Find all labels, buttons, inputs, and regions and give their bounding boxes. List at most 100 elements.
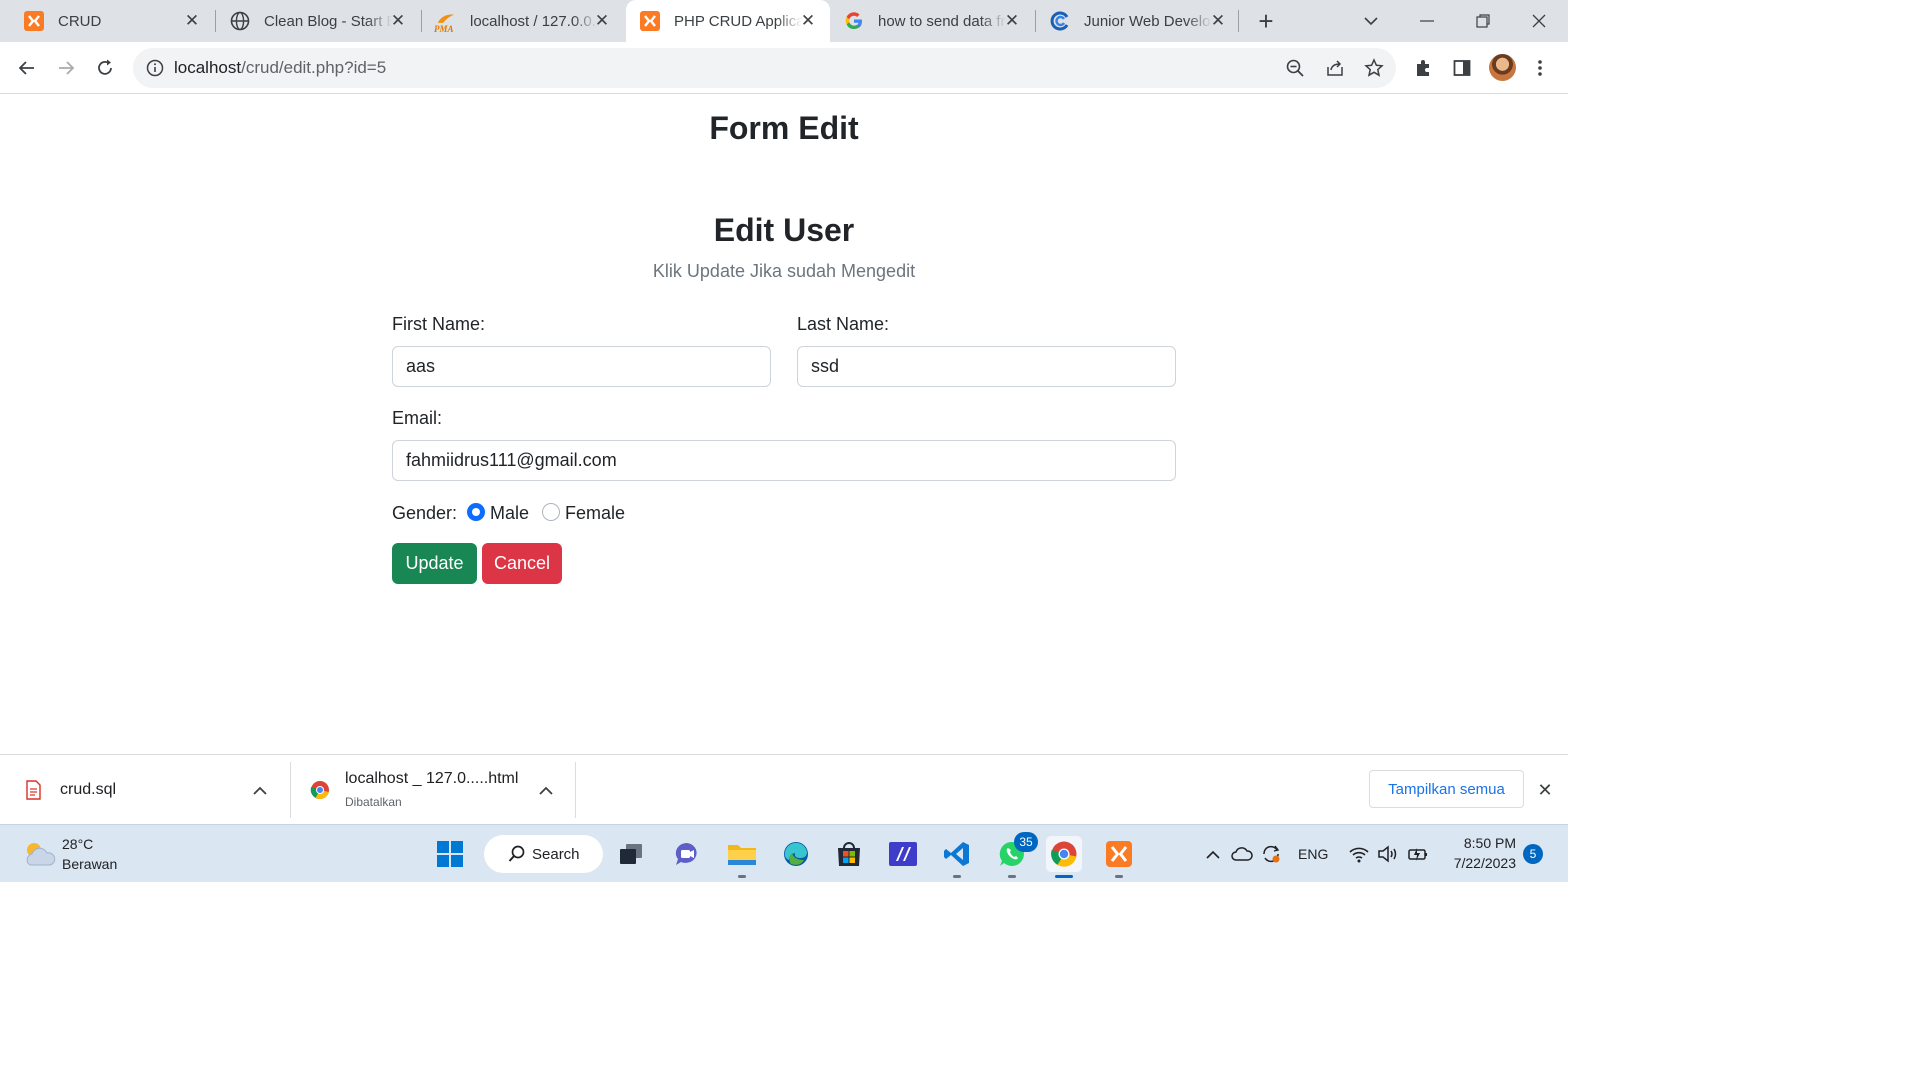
gender-male-radio[interactable] xyxy=(467,503,485,521)
tab-title: localhost / 127.0.0.1 xyxy=(470,12,598,30)
download-item[interactable]: localhost _ 127.0.....html Dibatalkan xyxy=(291,755,575,825)
tab-clean-blog[interactable]: Clean Blog - Start Bootstrap ✕ xyxy=(216,0,420,42)
tab-title: how to send data from xyxy=(878,12,1006,30)
volume-icon[interactable] xyxy=(1377,843,1399,865)
close-download-bar-icon[interactable]: ✕ xyxy=(1535,780,1555,800)
cancel-button[interactable]: Cancel xyxy=(482,543,562,584)
tab-php-crud[interactable]: PHP CRUD Application ✕ xyxy=(626,0,830,42)
language-indicator[interactable]: ENG xyxy=(1298,846,1328,862)
form-heading: Edit User xyxy=(713,212,855,248)
side-panel-icon[interactable] xyxy=(1450,56,1474,80)
close-tab-icon[interactable]: ✕ xyxy=(182,11,202,31)
phpmyadmin-logo-text: PMA xyxy=(434,24,454,34)
email-input[interactable] xyxy=(392,440,1176,481)
chevron-up-icon[interactable] xyxy=(536,780,556,800)
close-tab-icon[interactable]: ✕ xyxy=(1002,11,1022,31)
tab-strip: CRUD ✕ Clean Blog - Start Bootstrap ✕ PM… xyxy=(0,0,1568,42)
update-button[interactable]: Update xyxy=(392,543,477,584)
site-info-icon[interactable] xyxy=(145,58,165,78)
google-icon xyxy=(844,11,864,31)
tab-crud[interactable]: CRUD ✕ xyxy=(10,0,214,42)
onedrive-icon[interactable] xyxy=(1231,843,1253,865)
search-icon xyxy=(508,845,525,862)
clock-time[interactable]: 8:50 PM xyxy=(1440,835,1516,851)
form-subtitle: Klik Update Jika sudah Mengedit xyxy=(652,261,916,281)
page-title: Form Edit xyxy=(709,110,859,146)
show-hidden-icons-chevron-icon[interactable] xyxy=(1202,843,1224,865)
bookmark-star-icon[interactable] xyxy=(1364,58,1384,78)
share-icon[interactable] xyxy=(1325,58,1345,78)
weather-description[interactable]: Berawan xyxy=(62,856,117,872)
tab-title: CRUD xyxy=(58,12,102,30)
whatsapp-badge: 35 xyxy=(1014,832,1038,852)
vscode-icon[interactable] xyxy=(939,836,975,878)
download-filename: crud.sql xyxy=(60,781,117,798)
close-tab-icon[interactable]: ✕ xyxy=(388,11,408,31)
weather-temperature[interactable]: 28°C xyxy=(62,836,93,852)
download-filename: localhost _ 127.0.....html xyxy=(345,770,519,787)
address-bar[interactable]: localhost/crud/edit.php?id=5 xyxy=(133,48,1396,88)
first-name-input[interactable] xyxy=(392,346,771,387)
chevron-up-icon[interactable] xyxy=(250,780,270,800)
last-name-label: Last Name: xyxy=(797,314,890,334)
tab-title: Clean Blog - Start Bootstrap xyxy=(264,12,392,30)
globe-icon xyxy=(230,11,250,31)
reload-icon[interactable] xyxy=(91,54,119,82)
taskbar-search-button[interactable]: Search xyxy=(484,835,603,873)
junior-web-icon xyxy=(1050,11,1070,31)
start-windows-icon[interactable] xyxy=(432,836,468,872)
more-menu-icon[interactable] xyxy=(1528,56,1552,80)
notification-badge[interactable]: 5 xyxy=(1523,844,1543,864)
whatsapp-icon[interactable]: 35 xyxy=(994,832,1038,878)
back-icon[interactable] xyxy=(13,54,41,82)
visual-studio-icon[interactable] xyxy=(885,836,921,872)
gender-male-label[interactable]: Male xyxy=(490,503,529,524)
close-tab-icon[interactable]: ✕ xyxy=(592,11,612,31)
new-tab-button[interactable]: + xyxy=(1252,7,1280,35)
search-label: Search xyxy=(532,845,580,863)
forward-icon[interactable] xyxy=(52,54,80,82)
gender-female-radio[interactable] xyxy=(542,503,560,521)
tab-title: Junior Web Developer xyxy=(1084,12,1212,30)
profile-avatar[interactable] xyxy=(1489,54,1516,81)
tab-phpmyadmin[interactable]: PMA localhost / 127.0.0.1 ✕ xyxy=(422,0,624,42)
microsoft-store-icon[interactable] xyxy=(831,836,867,872)
zoom-out-icon[interactable] xyxy=(1285,58,1305,78)
sync-icon[interactable] xyxy=(1260,843,1282,865)
edge-icon[interactable] xyxy=(778,836,814,872)
chrome-icon xyxy=(310,780,330,800)
xampp-taskbar-icon[interactable] xyxy=(1101,836,1137,878)
tab-google-search[interactable]: how to send data from ✕ xyxy=(830,0,1034,42)
gender-female-label[interactable]: Female xyxy=(565,503,625,524)
taskbar: 28°C Berawan Search 35 ENG 8:50 PM 7/22/… xyxy=(0,824,1568,882)
download-bar: crud.sql localhost _ 127.0.....html Diba… xyxy=(0,754,1568,824)
minimize-icon[interactable] xyxy=(1404,0,1450,42)
chrome-taskbar-icon[interactable] xyxy=(1046,836,1082,878)
close-window-icon[interactable] xyxy=(1516,0,1562,42)
teams-chat-icon[interactable] xyxy=(669,836,705,872)
battery-icon[interactable] xyxy=(1407,843,1429,865)
download-status: Dibatalkan xyxy=(345,795,402,809)
url-text: localhost/crud/edit.php?id=5 xyxy=(174,58,386,78)
file-explorer-icon[interactable] xyxy=(724,836,760,878)
restore-icon[interactable] xyxy=(1460,0,1506,42)
close-tab-icon[interactable]: ✕ xyxy=(1208,11,1228,31)
xampp-icon xyxy=(640,11,660,31)
last-name-input[interactable] xyxy=(797,346,1176,387)
download-item[interactable]: crud.sql xyxy=(0,755,290,825)
tab-title: PHP CRUD Application xyxy=(674,12,802,30)
weather-cloudy-icon[interactable] xyxy=(22,839,56,869)
email-label: Email: xyxy=(392,408,443,428)
browser-toolbar: localhost/crud/edit.php?id=5 xyxy=(0,42,1568,94)
task-view-icon[interactable] xyxy=(613,836,649,872)
tab-search-chevron-icon[interactable] xyxy=(1348,0,1394,42)
url-path: /crud/edit.php?id=5 xyxy=(241,58,387,77)
url-host: localhost xyxy=(174,58,242,77)
tab-junior-web[interactable]: Junior Web Developer ✕ xyxy=(1036,0,1240,42)
extensions-icon[interactable] xyxy=(1411,56,1435,80)
wifi-icon[interactable] xyxy=(1348,843,1370,865)
close-tab-icon[interactable]: ✕ xyxy=(798,11,818,31)
first-name-label: First Name: xyxy=(392,314,486,334)
clock-date[interactable]: 7/22/2023 xyxy=(1440,855,1516,871)
show-all-downloads-button[interactable]: Tampilkan semua xyxy=(1369,770,1524,808)
